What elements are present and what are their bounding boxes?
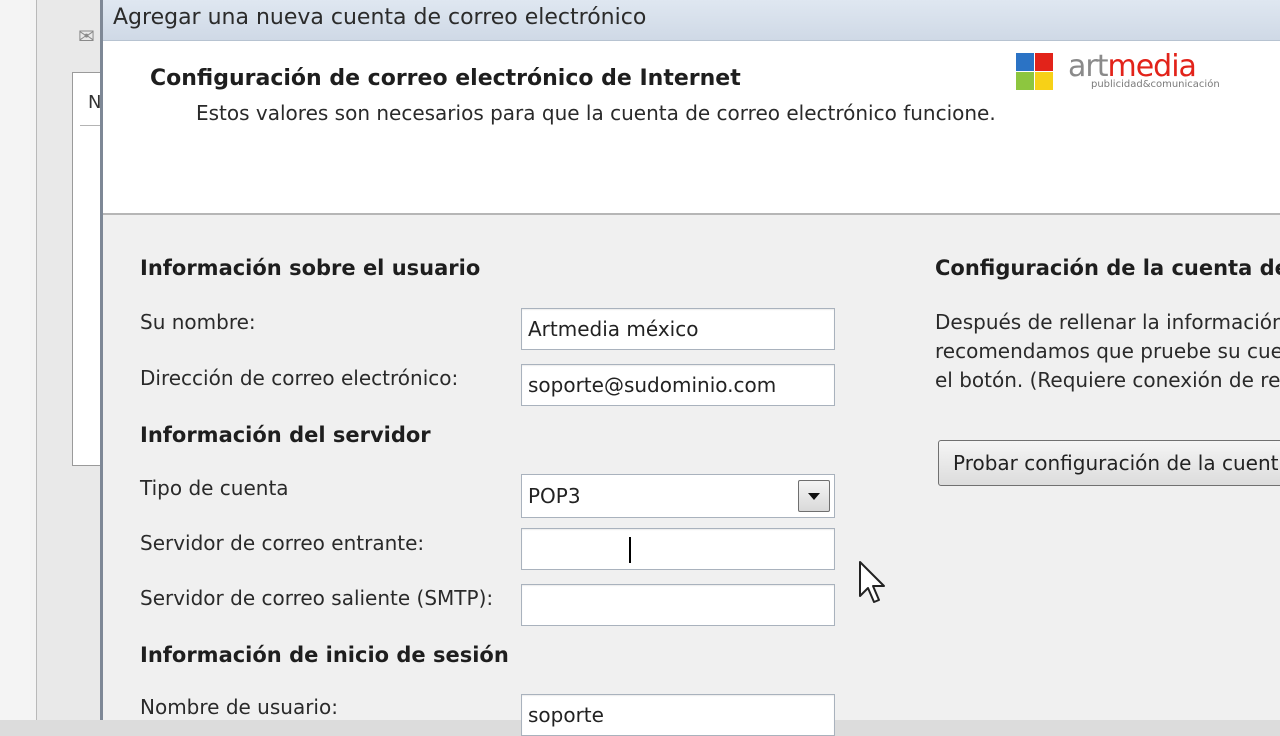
header-title: Configuración de correo electrónico de I… <box>150 66 741 91</box>
dialog-title: Agregar una nueva cuenta de correo elect… <box>113 5 647 30</box>
login-info-title: Información de inicio de sesión <box>140 643 509 667</box>
dialog-header: Configuración de correo electrónico de I… <box>103 41 1280 215</box>
account-type-label: Tipo de cuenta <box>140 476 289 500</box>
logo-mark-icon <box>1016 53 1056 91</box>
header-subtitle: Estos valores son necesarios para que la… <box>196 101 996 125</box>
email-input[interactable]: soporte@sudominio.com <box>521 364 835 406</box>
name-input[interactable]: Artmedia méxico <box>521 308 835 350</box>
incoming-server-input[interactable] <box>521 528 835 570</box>
account-type-value: POP3 <box>528 484 581 508</box>
server-info-title: Información del servidor <box>140 423 431 447</box>
name-label: Su nombre: <box>140 310 256 334</box>
chevron-down-icon[interactable] <box>798 480 830 512</box>
test-settings-title: Configuración de la cuenta de <box>935 256 1280 280</box>
username-input[interactable]: soporte <box>521 694 835 736</box>
user-info-title: Información sobre el usuario <box>140 256 481 280</box>
dialog-titlebar[interactable]: Agregar una nueva cuenta de correo elect… <box>103 0 1280 41</box>
envelope-icon: ✉ <box>78 24 95 48</box>
background-left-strip <box>0 0 37 720</box>
mouse-pointer-icon <box>859 561 885 603</box>
incoming-server-label: Servidor de correo entrante: <box>140 531 425 555</box>
username-label: Nombre de usuario: <box>140 695 338 719</box>
email-label: Dirección de correo electrónico: <box>140 366 459 390</box>
add-account-dialog: Agregar una nueva cuenta de correo elect… <box>100 0 1280 736</box>
background-window: ✉ N <box>0 0 114 720</box>
logo-tagline: publicidad&comunicación <box>1091 79 1220 90</box>
outgoing-server-label: Servidor de correo saliente (SMTP): <box>140 586 494 610</box>
test-account-settings-button[interactable]: Probar configuración de la cuent <box>938 440 1280 486</box>
test-settings-text-line3: el botón. (Requiere conexión de re <box>935 368 1280 392</box>
test-settings-text-line2: recomendamos que pruebe su cue <box>935 339 1280 363</box>
test-settings-text-line1: Después de rellenar la información <box>935 310 1280 334</box>
account-type-select[interactable]: POP3 <box>521 474 835 518</box>
outgoing-server-input[interactable] <box>521 584 835 626</box>
text-caret <box>629 537 631 563</box>
artmedia-logo: artmedia publicidad&comunicación <box>1016 49 1246 93</box>
